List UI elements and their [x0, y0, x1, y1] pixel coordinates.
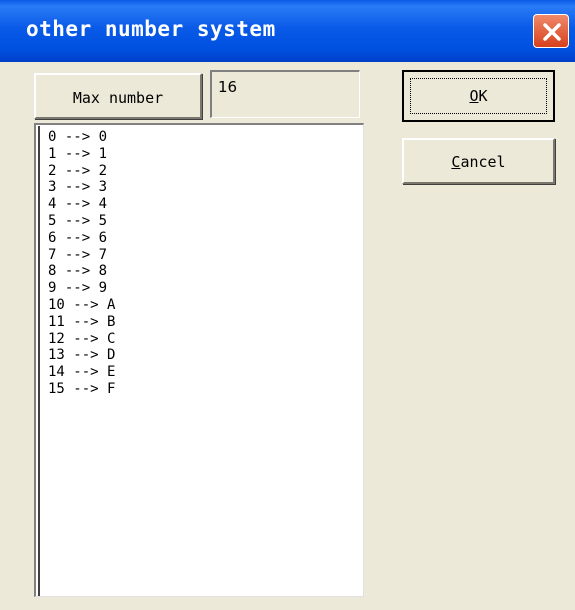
list-inner-border — [38, 126, 40, 596]
max-number-button[interactable]: Max number — [34, 73, 202, 119]
list-item[interactable]: 14 --> E — [48, 364, 115, 380]
dialog-window: other number system Max number 16 OK Can… — [0, 0, 575, 610]
list-item[interactable]: 11 --> B — [48, 314, 115, 330]
ok-button[interactable]: OK — [402, 70, 555, 122]
close-button[interactable] — [533, 14, 569, 48]
max-number-label: Max number — [72, 89, 164, 107]
list-item[interactable]: 5 --> 5 — [48, 213, 107, 229]
max-number-field[interactable]: 16 — [210, 70, 360, 118]
cancel-button[interactable]: Cancel — [402, 138, 555, 184]
list-item[interactable]: 4 --> 4 — [48, 196, 107, 212]
list-item[interactable]: 2 --> 2 — [48, 163, 107, 179]
list-item[interactable]: 7 --> 7 — [48, 247, 107, 263]
list-item[interactable]: 3 --> 3 — [48, 179, 107, 195]
cancel-label: Cancel — [451, 153, 506, 171]
max-number-value: 16 — [218, 78, 238, 96]
title-bar[interactable]: other number system — [0, 0, 575, 62]
list-item[interactable]: 10 --> A — [48, 297, 115, 313]
list-item[interactable]: 9 --> 9 — [48, 280, 107, 296]
list-item[interactable]: 1 --> 1 — [48, 146, 107, 162]
list-item[interactable]: 8 --> 8 — [48, 263, 107, 279]
list-item[interactable]: 0 --> 0 — [48, 129, 107, 145]
list-item[interactable]: 12 --> C — [48, 331, 115, 347]
close-icon — [543, 23, 561, 41]
window-title: other number system — [26, 17, 276, 41]
list-item[interactable]: 13 --> D — [48, 347, 115, 363]
list-item[interactable]: 15 --> F — [48, 381, 115, 397]
ok-label: OK — [469, 87, 488, 105]
list-item[interactable]: 6 --> 6 — [48, 230, 107, 246]
conversion-list[interactable]: 0 --> 01 --> 12 --> 23 --> 34 --> 45 -->… — [34, 123, 364, 597]
